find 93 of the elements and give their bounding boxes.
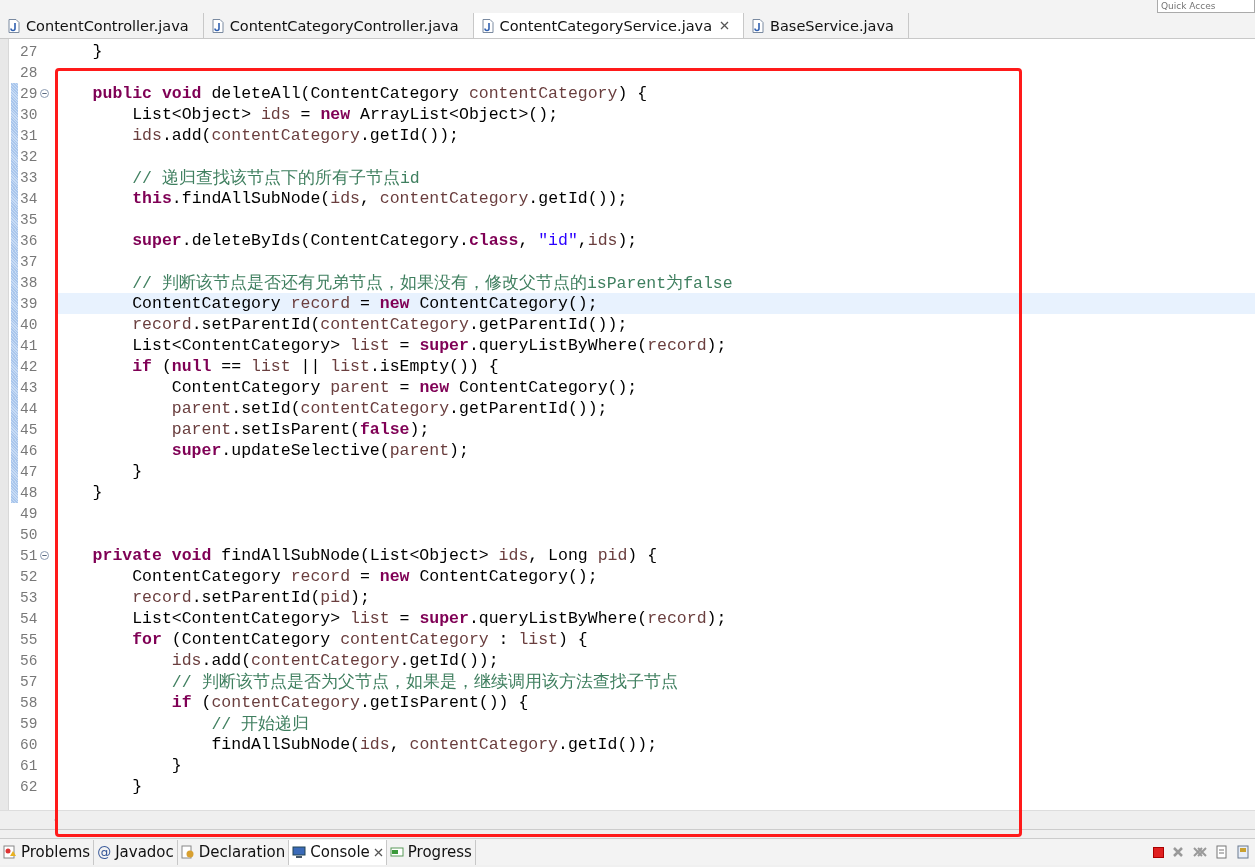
collapse-icon[interactable]: [40, 551, 49, 560]
code-line: super.updateSelective(parent);: [170, 441, 469, 460]
code-line: ContentCategory parent = new ContentCategory();: [170, 378, 638, 397]
line-number: 40: [20, 316, 39, 333]
java-file-icon: [8, 18, 20, 33]
code-line: ids.add(contentCategory.getId());: [131, 126, 459, 145]
line-number: 35: [20, 211, 39, 228]
code-line: record.setParentId(contentCategory.getParentId());: [131, 315, 628, 334]
line-number: 36: [20, 232, 39, 249]
line-number: 53: [20, 589, 39, 606]
code-line: // 开始递归: [210, 713, 310, 735]
line-number: 44: [20, 400, 39, 417]
horizontal-scrollbar[interactable]: [0, 810, 1255, 829]
monitor-icon: [292, 845, 307, 859]
code-line: ids.add(contentCategory.getId());: [170, 651, 499, 670]
line-number: 50: [20, 526, 39, 543]
remove-all-icon[interactable]: [1192, 846, 1208, 858]
view-icon[interactable]: [1237, 845, 1249, 859]
declaration-icon: [180, 845, 195, 859]
code-line: }: [131, 462, 143, 481]
code-line: }: [131, 777, 143, 796]
line-number: 30: [20, 106, 39, 123]
editor-tab[interactable]: ContentController.java: [0, 13, 204, 38]
line-number: 60: [20, 736, 39, 753]
collapse-icon[interactable]: [40, 89, 49, 98]
editor-tab[interactable]: BaseService.java: [744, 13, 909, 38]
code-line: record.setParentId(pid);: [131, 588, 370, 607]
line-number: 62: [20, 778, 39, 795]
stop-icon[interactable]: [1153, 846, 1164, 858]
panel-tab[interactable]: @ Javadoc: [94, 839, 178, 865]
java-file-icon: [481, 18, 494, 33]
quick-access-field[interactable]: Quick Acces: [1157, 0, 1255, 13]
code-line: // 判断该节点是否为父节点，如果是，继续调用该方法查找子节点: [170, 671, 678, 693]
progress-icon: [389, 845, 404, 859]
line-number: 58: [20, 694, 39, 711]
line-number: 27: [20, 43, 39, 60]
java-file-icon: [211, 18, 224, 33]
editor-tab[interactable]: ContentCategoryController.java: [203, 13, 474, 38]
panel-tab[interactable]: Progress: [386, 839, 476, 865]
line-number: 47: [20, 463, 39, 480]
code-line: List<ContentCategory> list = super.queryListByWhere(record);: [131, 609, 727, 628]
line-number: 31: [20, 127, 39, 144]
line-number: 59: [20, 715, 39, 732]
code-line: if (null == list || list.isEmpty()) {: [131, 357, 499, 376]
line-number: 32: [20, 148, 39, 165]
line-number: 29: [20, 85, 39, 102]
code-line: parent.setId(contentCategory.getParentId());: [170, 399, 608, 418]
code-line: List<ContentCategory> list = super.queryListByWhere(record);: [131, 336, 727, 355]
line-number: 39: [20, 295, 39, 312]
code-line: findAllSubNode(ids, contentCategory.getId());: [210, 735, 658, 754]
close-icon[interactable]: [373, 847, 383, 857]
code-line: }: [170, 756, 182, 775]
code-line: parent.setIsParent(false);: [170, 420, 430, 439]
code-line: for (ContentCategory contentCategory : list) {: [131, 630, 588, 649]
line-number: 41: [20, 337, 39, 354]
line-number: 61: [20, 757, 39, 774]
code-line: }: [91, 483, 103, 502]
code-line: // 递归查找该节点下的所有子节点id: [131, 167, 420, 189]
line-number: 38: [20, 274, 39, 291]
code-line: List<Object> ids = new ArrayList<Object>();: [131, 105, 559, 124]
line-number: 54: [20, 610, 39, 627]
panel-tab[interactable]: Console: [289, 839, 387, 865]
code-line: if (contentCategory.getIsParent()) {: [170, 693, 529, 712]
line-number: 46: [20, 442, 39, 459]
line-number: 52: [20, 568, 39, 585]
code-line: // 判断该节点是否还有兄弟节点，如果没有，修改父节点的isParent为false: [131, 272, 733, 294]
problems-icon: [3, 845, 17, 859]
code-line: this.findAllSubNode(ids, contentCategory.getId());: [131, 189, 628, 208]
line-number: 56: [20, 652, 39, 669]
panel-tab[interactable]: Problems: [0, 839, 95, 865]
line-number: 51: [20, 547, 39, 564]
line-number: 37: [20, 253, 39, 270]
java-file-icon: [752, 18, 765, 33]
line-number: 34: [20, 190, 39, 207]
code-line: private void findAllSubNode(List<Object> ids, Long pid) {: [91, 546, 658, 565]
line-number: 57: [20, 673, 39, 690]
line-number: 43: [20, 379, 39, 396]
line-number: 49: [20, 505, 39, 522]
code-line: public void deleteAll(ContentCategory contentCategory) {: [91, 84, 648, 103]
code-line: ContentCategory record = new ContentCategory();: [131, 294, 598, 313]
line-number: 55: [20, 631, 39, 648]
remove-icon[interactable]: [1172, 846, 1184, 858]
line-number: 48: [20, 484, 39, 501]
editor-tab[interactable]: ContentCategoryService.java: [473, 13, 745, 38]
line-number: 28: [20, 64, 39, 81]
line-number: 42: [20, 358, 39, 375]
code-line: super.deleteByIds(ContentCategory.class, "id",ids);: [131, 231, 638, 250]
line-number: 33: [20, 169, 39, 186]
line-number: 45: [20, 421, 39, 438]
code-line: ContentCategory record = new ContentCategory();: [131, 567, 598, 586]
code-line: }: [91, 42, 103, 61]
close-icon[interactable]: [720, 21, 730, 30]
document-icon[interactable]: [1216, 845, 1229, 859]
